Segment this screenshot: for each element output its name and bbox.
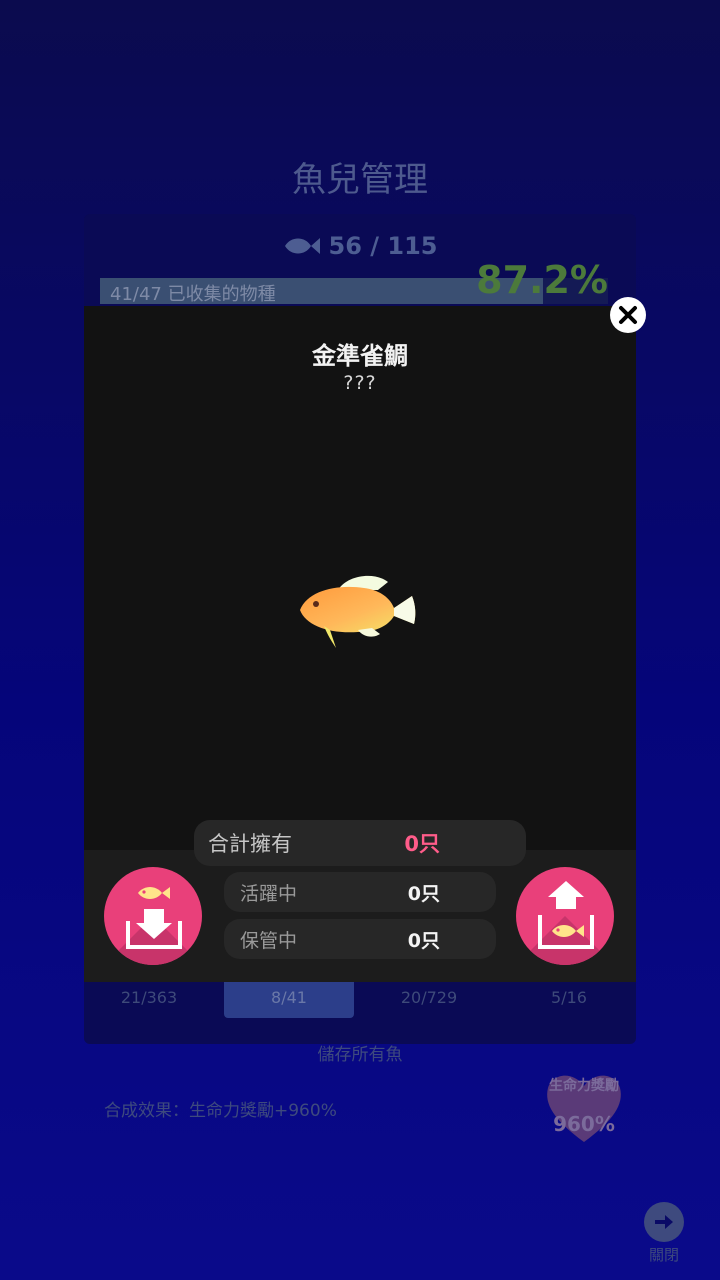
progress-label: 41/47 已收集的物種 (110, 284, 276, 305)
exit-label: 關閉 (648, 1246, 679, 1264)
tab-category-2[interactable]: 8/41 (224, 978, 354, 1018)
total-owned-row: 合計擁有 0只 (194, 820, 526, 866)
vitality-label: 生命力獎勵 (549, 1078, 619, 1094)
vitality-badge: 生命力獎勵 960% (544, 1070, 624, 1144)
fish-model-image (300, 575, 416, 648)
stored-row: 保管中 0只 (224, 919, 496, 959)
close-x-icon (619, 306, 637, 324)
active-label: 活躍中 (240, 882, 298, 905)
fish-count: 56 / 115 (0, 232, 720, 260)
category-tabs: 21/363 8/41 20/729 5/16 (84, 978, 636, 1018)
tab-category-1[interactable]: 21/363 (84, 978, 214, 1018)
arrow-right-icon (655, 1215, 673, 1229)
store-fish-button[interactable] (104, 867, 202, 965)
fish-out-of-box-icon (538, 881, 594, 949)
fish-into-box-icon (126, 887, 182, 949)
synthesis-effect-text: 合成效果：生命力獎勵+960% (104, 1101, 337, 1121)
fish-count-text: 56 / 115 (328, 232, 438, 260)
page-title: 魚兒管理 (292, 160, 428, 200)
vitality-value: 960% (553, 1112, 615, 1136)
fish-description: ??? (343, 372, 377, 394)
stored-value: 0只 (407, 929, 440, 952)
tab-category-3[interactable]: 20/729 (364, 978, 494, 1018)
active-value: 0只 (407, 882, 440, 905)
close-modal-button[interactable] (610, 297, 646, 333)
exit-button[interactable] (644, 1202, 684, 1242)
fish-icon (284, 238, 320, 254)
tab-category-4[interactable]: 5/16 (504, 978, 634, 1018)
release-fish-button[interactable] (516, 867, 614, 965)
total-owned-label: 合計擁有 (208, 832, 292, 856)
stored-label: 保管中 (240, 929, 298, 952)
fish-name: 金準雀鯛 (312, 342, 408, 370)
collection-percent: 87.2% (476, 258, 608, 302)
active-row: 活躍中 0只 (224, 872, 496, 912)
save-all-fish-button[interactable]: 儲存所有魚 (0, 1040, 720, 1065)
total-owned-value: 0只 (404, 832, 440, 856)
